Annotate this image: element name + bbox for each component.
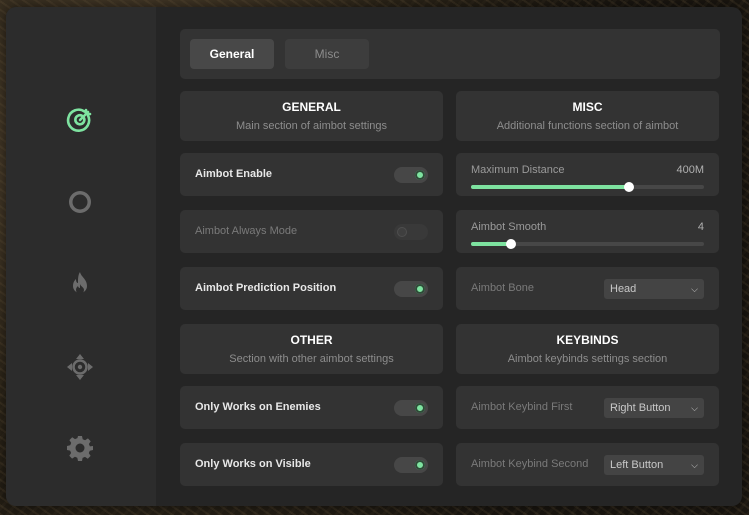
section-subtitle: Aimbot keybinds settings section xyxy=(507,353,668,365)
max-distance-value: 400M xyxy=(676,164,704,176)
chevron-down-icon: ⌵ xyxy=(691,403,698,413)
aimbot-always-mode-label: Aimbot Always Mode xyxy=(195,225,298,237)
select-value: Left Button xyxy=(610,459,664,471)
keybind-second-select[interactable]: Left Button ⌵ xyxy=(604,455,704,475)
aimbot-enable-label: Aimbot Enable xyxy=(195,168,273,180)
select-value: Right Button xyxy=(610,402,671,414)
sidebar xyxy=(6,7,156,506)
chevron-down-icon: ⌵ xyxy=(691,460,698,470)
aimbot-smooth-value: 4 xyxy=(697,221,704,233)
toggle-knob xyxy=(415,403,425,413)
aimbot-prediction-toggle[interactable] xyxy=(394,281,428,297)
aimbot-smooth-slider[interactable] xyxy=(471,239,704,249)
toggle-knob xyxy=(397,227,407,237)
aimbot-always-mode-row: Aimbot Always Mode xyxy=(180,210,443,253)
toggle-knob xyxy=(415,284,425,294)
tab-bar: General Misc xyxy=(180,29,720,79)
crosshair-move-icon[interactable] xyxy=(65,352,95,382)
keybind-first-row: Aimbot Keybind First Right Button ⌵ xyxy=(456,386,719,429)
max-distance-row: Maximum Distance 400M xyxy=(456,153,719,196)
section-title: KEYBINDS xyxy=(556,333,619,347)
general-section-header: GENERAL Main section of aimbot settings xyxy=(180,91,443,141)
keybinds-section-header: KEYBINDS Aimbot keybinds settings sectio… xyxy=(456,324,719,374)
section-title: OTHER xyxy=(290,333,333,347)
aimbot-prediction-label: Aimbot Prediction Position xyxy=(195,282,337,294)
keybind-first-label: Aimbot Keybind First xyxy=(471,401,573,413)
only-enemies-row: Only Works on Enemies xyxy=(180,386,443,429)
section-title: GENERAL xyxy=(282,100,341,114)
only-visible-toggle[interactable] xyxy=(394,457,428,473)
section-subtitle: Main section of aimbot settings xyxy=(235,120,388,132)
tab-misc[interactable]: Misc xyxy=(285,39,369,69)
radar-icon[interactable] xyxy=(65,187,95,217)
toggle-knob xyxy=(415,170,425,180)
chevron-down-icon: ⌵ xyxy=(691,284,698,294)
aimbot-enable-row: Aimbot Enable xyxy=(180,153,443,196)
section-subtitle: Additional functions section of aimbot xyxy=(496,120,679,132)
section-subtitle: Section with other aimbot settings xyxy=(229,353,394,365)
slider-thumb[interactable] xyxy=(624,182,635,192)
tab-general[interactable]: General xyxy=(190,39,274,69)
aimbot-bone-row: Aimbot Bone Head ⌵ xyxy=(456,267,719,310)
keybind-first-select[interactable]: Right Button ⌵ xyxy=(604,398,704,418)
aimbot-smooth-label: Aimbot Smooth xyxy=(471,221,547,233)
aimbot-enable-toggle[interactable] xyxy=(394,167,428,183)
section-title: MISC xyxy=(572,100,603,114)
slider-thumb[interactable] xyxy=(505,239,516,249)
aimbot-settings-window: General Misc GENERAL Main section of aim… xyxy=(6,7,742,506)
gear-icon[interactable] xyxy=(65,433,95,463)
target-icon[interactable] xyxy=(65,105,95,135)
toggle-knob xyxy=(415,460,425,470)
max-distance-label: Maximum Distance xyxy=(471,164,565,176)
slider-fill xyxy=(471,242,511,246)
select-value: Head xyxy=(610,283,637,295)
aimbot-prediction-row: Aimbot Prediction Position xyxy=(180,267,443,310)
aimbot-bone-select[interactable]: Head ⌵ xyxy=(604,279,704,299)
fire-icon[interactable] xyxy=(65,269,95,299)
aimbot-smooth-row: Aimbot Smooth 4 xyxy=(456,210,719,253)
aimbot-always-mode-toggle[interactable] xyxy=(394,224,428,240)
only-enemies-toggle[interactable] xyxy=(394,400,428,416)
max-distance-slider[interactable] xyxy=(471,182,704,192)
other-section-header: OTHER Section with other aimbot settings xyxy=(180,324,443,374)
keybind-second-row: Aimbot Keybind Second Left Button ⌵ xyxy=(456,443,719,486)
misc-section-header: MISC Additional functions section of aim… xyxy=(456,91,719,141)
keybind-second-label: Aimbot Keybind Second xyxy=(471,458,589,470)
slider-fill xyxy=(471,185,630,189)
aimbot-bone-label: Aimbot Bone xyxy=(471,282,534,294)
only-enemies-label: Only Works on Enemies xyxy=(195,401,321,413)
only-visible-row: Only Works on Visible xyxy=(180,443,443,486)
only-visible-label: Only Works on Visible xyxy=(195,458,311,470)
